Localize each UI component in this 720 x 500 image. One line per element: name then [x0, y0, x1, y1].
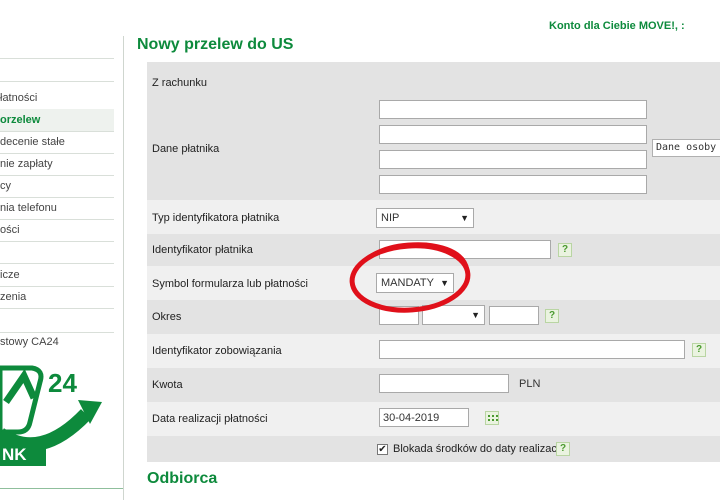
- form-row-block-funds: ✔ Blokada środków do daty realizacji ?: [147, 436, 720, 462]
- payer-id-label: Identyfikator płatnika: [152, 244, 253, 256]
- payer-id-type-value: NIP: [381, 212, 400, 224]
- sidebar-divider: [0, 488, 123, 489]
- form-row-period: Okres ▼ ?: [147, 300, 720, 334]
- sidebar-item-phone-topup[interactable]: nia telefonu: [0, 197, 114, 220]
- liability-id-input[interactable]: [379, 340, 685, 359]
- form-symbol-value: MANDATY: [381, 277, 434, 289]
- sidebar-item-transfer[interactable]: orzelew: [0, 109, 114, 132]
- payer-line-2-input[interactable]: [379, 125, 647, 144]
- help-icon[interactable]: ?: [545, 309, 559, 323]
- form-row-payer-id-type: Typ identyfikatora płatnika NIP ▼: [147, 200, 720, 234]
- form-row-amount: Kwota PLN: [147, 368, 720, 402]
- page-title: Nowy przelew do US: [137, 36, 294, 53]
- block-funds-label: Blokada środków do daty realizacji: [393, 443, 562, 455]
- payer-data-label: Dane płatnika: [152, 143, 220, 155]
- recipient-section-title: Odbiorca: [147, 470, 218, 487]
- execution-date-input[interactable]: [379, 408, 469, 427]
- sidebar-item-blank[interactable]: [0, 241, 114, 264]
- form-row-payer-id: Identyfikator płatnika ?: [147, 234, 720, 266]
- amount-label: Kwota: [152, 379, 183, 391]
- form-row-liability-id: Identyfikator zobowiązania ?: [147, 334, 720, 368]
- dropdown-arrow-icon: ▼: [440, 278, 449, 288]
- payer-id-type-select[interactable]: NIP ▼: [376, 208, 474, 228]
- ca24-logo[interactable]: 24 NK: [0, 362, 123, 475]
- execution-date-label: Data realizacji płatności: [152, 413, 268, 425]
- period-label: Okres: [152, 311, 182, 323]
- period-number-input[interactable]: [489, 306, 539, 325]
- sidebar-item-standing-order[interactable]: decenie stałe: [0, 131, 114, 154]
- logo-number: 24: [48, 368, 77, 398]
- help-icon[interactable]: ?: [558, 243, 572, 257]
- sidebar-item-settings[interactable]: zenia: [0, 286, 114, 309]
- payer-id-input[interactable]: [379, 240, 551, 259]
- dropdown-arrow-icon: ▼: [471, 310, 480, 320]
- payer-id-type-label: Typ identyfikatora płatnika: [152, 212, 280, 224]
- amount-input[interactable]: [379, 374, 509, 393]
- form-symbol-select[interactable]: MANDATY ▼: [376, 273, 454, 293]
- help-icon[interactable]: ?: [692, 343, 706, 357]
- sidebar-item-spacer: [0, 58, 114, 82]
- promo-text[interactable]: stowy CA24: [0, 336, 59, 348]
- currency-label: PLN: [519, 378, 541, 390]
- period-type-select[interactable]: ▼: [422, 305, 485, 325]
- help-icon[interactable]: ?: [556, 442, 570, 456]
- from-account-label: Z rachunku: [152, 77, 208, 89]
- logo-word: NK: [2, 445, 27, 464]
- account-link[interactable]: Konto dla Ciebie MOVE!, :: [549, 20, 685, 32]
- block-funds-checkbox[interactable]: ✔: [377, 444, 388, 455]
- sidebar-item-payments[interactable]: łatności: [0, 87, 114, 110]
- sidebar-item-spacer: [0, 308, 114, 333]
- calendar-icon[interactable]: [485, 411, 499, 425]
- payer-line-1-input[interactable]: [379, 100, 647, 119]
- payer-line-3-input[interactable]: [379, 150, 647, 169]
- form-row-execution-date: Data realizacji płatności: [147, 402, 720, 436]
- form-row-from-account: Z rachunku: [147, 62, 720, 97]
- form-symbol-label: Symbol formularza lub płatności: [152, 278, 308, 290]
- payer-line-4-input[interactable]: [379, 175, 647, 194]
- sidebar-item-other[interactable]: cy: [0, 175, 114, 198]
- period-year-input[interactable]: [379, 306, 419, 325]
- liability-id-label: Identyfikator zobowiązania: [152, 345, 282, 357]
- form-row-form-symbol: Symbol formularza lub płatności MANDATY …: [147, 266, 720, 300]
- sidebar-item-payment[interactable]: nie zapłaty: [0, 153, 114, 176]
- logo-graphic: 24 NK: [0, 365, 102, 466]
- dropdown-arrow-icon: ▼: [460, 213, 469, 223]
- sidebar-item-recipients[interactable]: icze: [0, 264, 114, 287]
- payer-side-note[interactable]: Dane osoby z: [652, 139, 720, 157]
- transfer-form: Z rachunku Dane płatnika Dane osoby z Ty…: [147, 62, 720, 462]
- sidebar-item-history[interactable]: ości: [0, 219, 114, 242]
- sidebar: łatności orzelew decenie stałe nie zapła…: [0, 36, 124, 500]
- sidebar-item[interactable]: [0, 36, 114, 59]
